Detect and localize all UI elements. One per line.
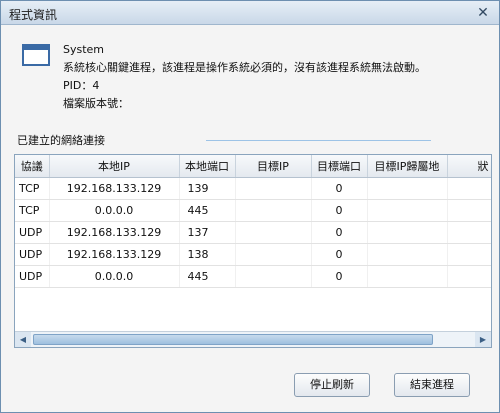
cell-status [447,243,491,266]
cell-local-ip: 0.0.0.0 [49,265,180,288]
cell-protocol: TCP [15,199,50,222]
cell-status [447,265,491,288]
cell-local-port: 139 [179,177,236,200]
table-header-row: 協議 本地IP 本地端口 目標IP 目標端口 目標IP歸屬地 狀 [15,155,491,178]
cell-remote-location [367,243,448,266]
scroll-right-icon[interactable]: ▶ [475,332,491,347]
table-row[interactable]: UDP 192.168.133.129 137 0 [15,221,491,244]
cell-remote-port: 0 [311,199,368,222]
connections-table[interactable]: 協議 本地IP 本地端口 目標IP 目標端口 目標IP歸屬地 狀 TCP 192… [14,154,492,348]
cell-remote-port: 0 [311,221,368,244]
cell-local-port: 445 [179,199,236,222]
cell-protocol: UDP [15,265,50,288]
process-pid: PID：4 [63,79,100,92]
cell-local-ip: 192.168.133.129 [49,177,180,200]
cell-protocol: UDP [15,221,50,244]
end-process-button[interactable]: 結束進程 [394,373,470,397]
cell-remote-location [367,177,448,200]
cell-remote-port: 0 [311,265,368,288]
close-icon[interactable]: ✕ [475,5,491,21]
cell-remote-ip [235,221,312,244]
column-header[interactable]: 目標IP [235,155,312,178]
stop-refresh-button[interactable]: 停止刷新 [294,373,370,397]
window-icon [22,44,50,66]
window-title: 程式資訊 [9,8,58,22]
column-header[interactable]: 狀 [447,155,491,178]
cell-remote-ip [235,243,312,266]
cell-local-ip: 192.168.133.129 [49,243,180,266]
table-row[interactable]: TCP 192.168.133.129 139 0 [15,177,491,200]
cell-status [447,177,491,200]
cell-local-port: 138 [179,243,236,266]
column-header[interactable]: 目標IP歸屬地 [367,155,448,178]
table-row[interactable]: TCP 0.0.0.0 445 0 [15,199,491,222]
process-name: System [63,43,105,56]
process-description: 系統核心關鍵進程，該進程是操作系統必須的，沒有該進程系統無法啟動。 [63,61,426,74]
cell-protocol: UDP [15,243,50,266]
cell-remote-port: 0 [311,177,368,200]
scroll-left-icon[interactable]: ◀ [15,332,31,347]
file-version-label: 檔案版本號： [63,97,129,110]
program-info-dialog: 程式資訊 ✕ System 系統核心關鍵進程，該進程是操作系統必須的，沒有該進程… [0,0,500,413]
cell-remote-ip [235,177,312,200]
column-header[interactable]: 協議 [15,155,50,178]
column-header[interactable]: 目標端口 [311,155,368,178]
cell-remote-location [367,221,448,244]
cell-remote-ip [235,199,312,222]
table-row[interactable]: UDP 192.168.133.129 138 0 [15,243,491,266]
cell-status [447,221,491,244]
scrollbar-thumb[interactable] [33,334,433,345]
cell-protocol: TCP [15,177,50,200]
cell-remote-location [367,265,448,288]
horizontal-scrollbar[interactable]: ◀ ▶ [15,331,491,347]
cell-remote-ip [235,265,312,288]
process-info: System 系統核心關鍵進程，該進程是操作系統必須的，沒有該進程系統無法啟動。… [63,41,426,113]
cell-status [447,199,491,222]
column-header[interactable]: 本地IP [49,155,180,178]
section-divider [206,140,431,141]
cell-local-port: 445 [179,265,236,288]
table-row[interactable]: UDP 0.0.0.0 445 0 [15,265,491,288]
cell-local-port: 137 [179,221,236,244]
cell-local-ip: 192.168.133.129 [49,221,180,244]
cell-remote-location [367,199,448,222]
column-header[interactable]: 本地端口 [179,155,236,178]
connections-section-label: 已建立的網絡連接 [17,134,105,147]
cell-local-ip: 0.0.0.0 [49,199,180,222]
title-bar: 程式資訊 ✕ [1,1,499,25]
cell-remote-port: 0 [311,243,368,266]
